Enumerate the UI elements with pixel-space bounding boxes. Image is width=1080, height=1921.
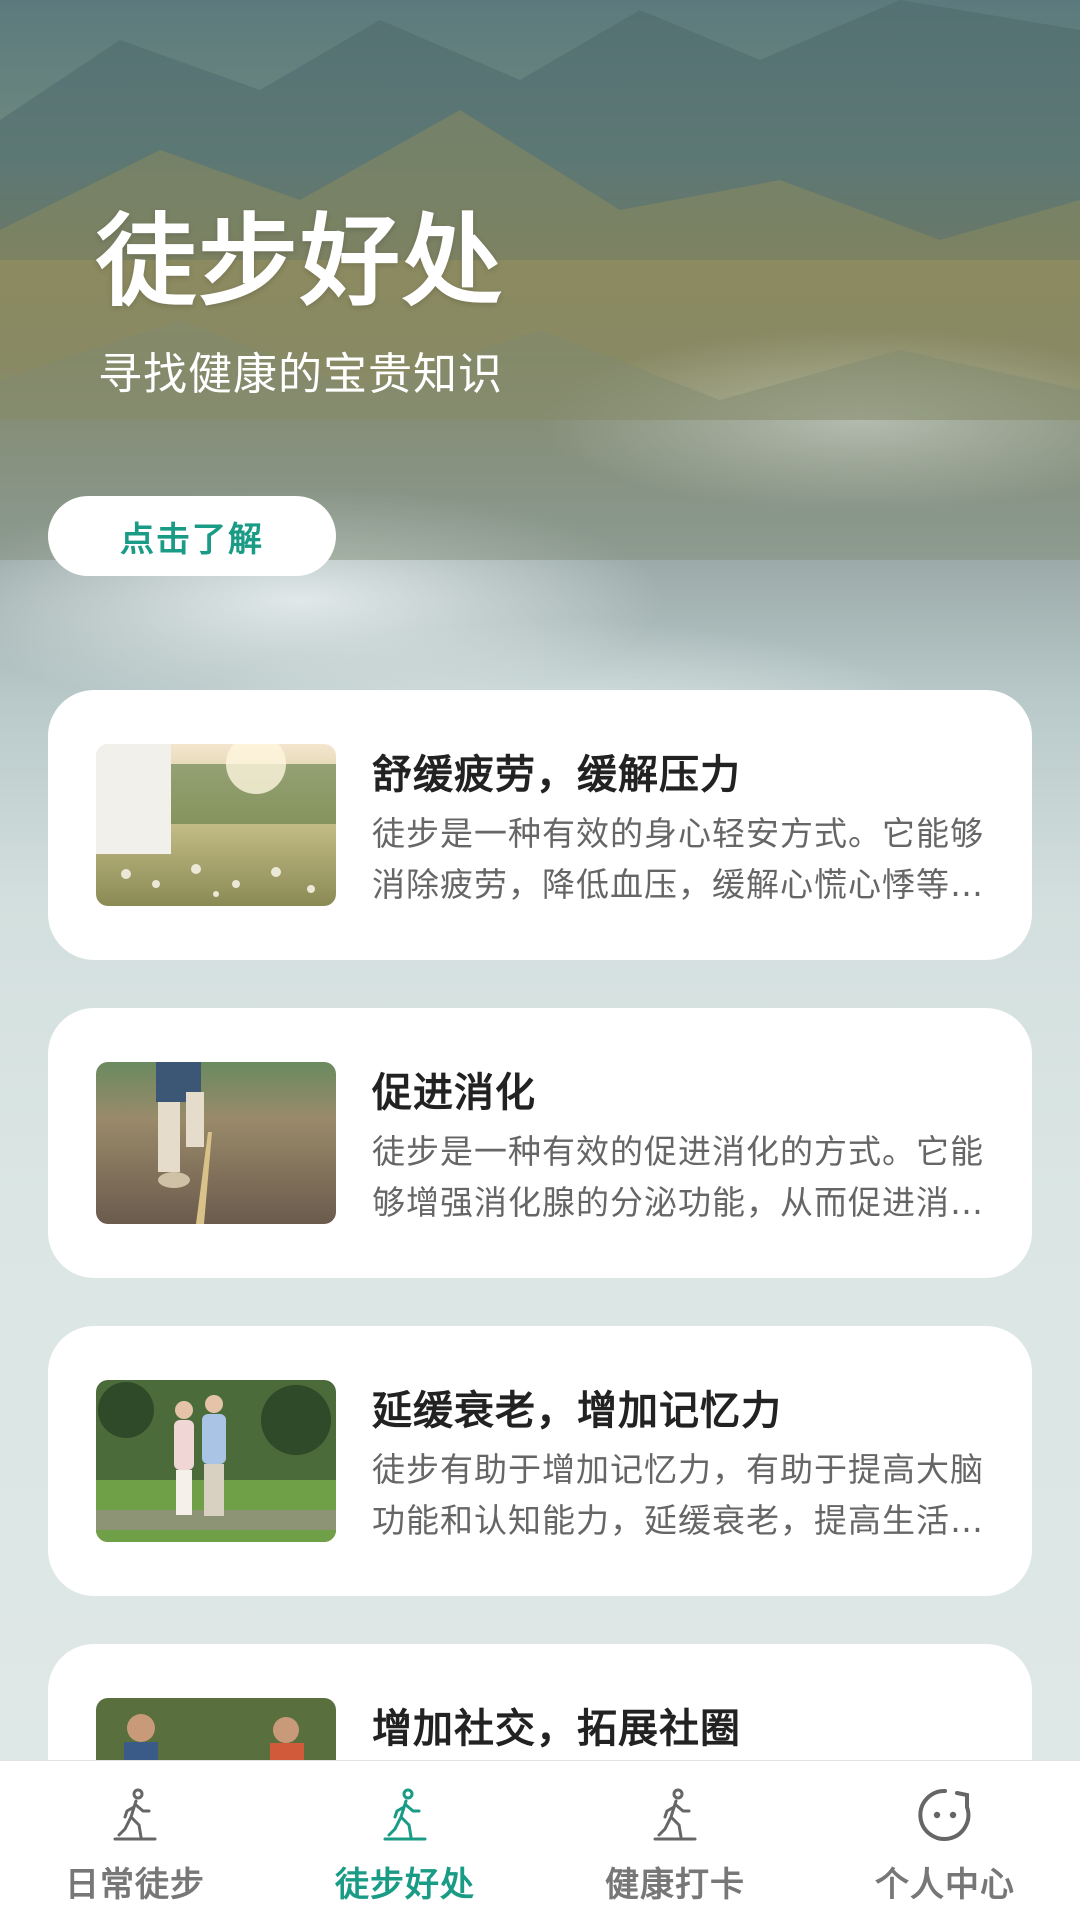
tab-label: 健康打卡: [605, 1865, 745, 1905]
tab-label: 个人中心: [875, 1865, 1015, 1905]
meadow-walk-thumbnail: [96, 744, 336, 906]
tab-daily-hike[interactable]: 日常徒步: [0, 1761, 270, 1921]
tab-health-checkin[interactable]: 健康打卡: [540, 1761, 810, 1921]
face-icon: [918, 1788, 971, 1841]
card-title: 促进消化: [372, 1070, 536, 1116]
page-title: 徒步好处: [96, 203, 504, 320]
tab-personal-center[interactable]: 个人中心: [810, 1761, 1080, 1921]
bottom-tab-bar: 日常徒步 徒步好处 健康打卡 个人中心: [0, 1760, 1080, 1921]
benefit-card-aging[interactable]: 延缓衰老，增加记忆力 徒步有助于增加记忆力，有助于提高大脑功能和认知能力，延缓衰…: [48, 1326, 1032, 1596]
benefit-card-digestion[interactable]: 促进消化 徒步是一种有效的促进消化的方式。它能够增强消化腺的分泌功能，从而促进消…: [48, 1008, 1032, 1278]
benefit-card-fatigue[interactable]: 舒缓疲劳，缓解压力 徒步是一种有效的身心轻安方式。它能够消除疲劳，降低血压，缓解…: [48, 690, 1032, 960]
walking-icon: [113, 1788, 157, 1841]
tab-hike-benefits[interactable]: 徒步好处: [270, 1761, 540, 1921]
learn-more-button[interactable]: 点击了解: [48, 496, 336, 576]
card-title: 延缓衰老，增加记忆力: [372, 1388, 782, 1434]
card-title: 舒缓疲劳，缓解压力: [372, 752, 741, 798]
tab-label: 日常徒步: [65, 1865, 205, 1905]
card-description: 徒步是一种有效的促进消化的方式。它能够增强消化腺的分泌功能，从而促进消化吸收。: [372, 1132, 984, 1222]
walking-icon: [383, 1788, 427, 1841]
elderly-couple-thumbnail: [96, 1380, 336, 1542]
card-title: 增加社交，拓展社圈: [372, 1706, 741, 1752]
card-description: 徒步有助于增加记忆力，有助于提高大脑功能和认知能力，延缓衰老，提高生活质量。: [372, 1450, 984, 1540]
road-walk-thumbnail: [96, 1062, 336, 1224]
tab-label: 徒步好处: [335, 1865, 475, 1905]
page-subtitle: 寻找健康的宝贵知识: [98, 349, 503, 400]
card-description: 徒步是一种有效的身心轻安方式。它能够消除疲劳，降低血压，缓解心慌心悸等症状。: [372, 814, 984, 904]
walking-icon: [653, 1788, 697, 1841]
